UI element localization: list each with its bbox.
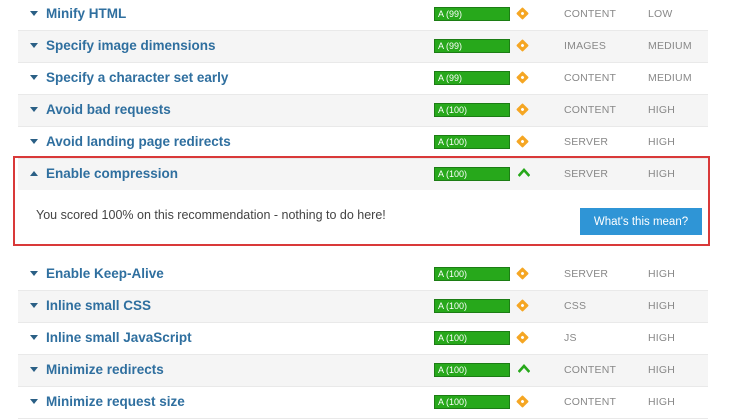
warning-diamond-icon [516, 135, 529, 148]
caret-down-icon[interactable] [30, 335, 38, 340]
priority-label: HIGH [648, 396, 676, 408]
caret-down-icon[interactable] [30, 303, 38, 308]
category-label: SERVER [564, 268, 609, 280]
recommendation-title[interactable]: Enable Keep-Alive [46, 266, 164, 281]
caret-up-icon[interactable] [30, 171, 38, 176]
grade-text: A (100) [438, 301, 468, 311]
caret-down-icon[interactable] [30, 367, 38, 372]
category-label: SERVER [564, 136, 609, 148]
recommendation-row[interactable]: Inline small CSS A (100) CSS HIGH [18, 291, 708, 323]
recommendation-row[interactable]: Specify image dimensions A (99) IMAGES M… [18, 31, 708, 63]
grade-badge: A (100) [434, 135, 510, 149]
recommendation-title[interactable]: Minimize redirects [46, 362, 164, 377]
recommendation-row[interactable]: Avoid landing page redirects A (100) SER… [18, 127, 708, 159]
grade-badge: A (100) [434, 363, 510, 377]
recommendation-row[interactable]: Minimize request size A (100) CONTENT HI… [18, 387, 708, 419]
chevron-up-icon [518, 168, 530, 177]
grade-text: A (100) [438, 169, 468, 179]
chevron-up-icon [518, 364, 530, 373]
recommendations-list: Minify HTML A (99) CONTENT LOW Specify i… [0, 0, 733, 420]
warning-diamond-icon [516, 299, 529, 312]
priority-label: HIGH [648, 104, 676, 116]
warning-diamond-icon [516, 7, 529, 20]
grade-badge: A (100) [434, 299, 510, 313]
expanded-detail-panel: You scored 100% on this recommendation -… [18, 190, 708, 242]
warning-diamond-icon [516, 331, 529, 344]
recommendation-title[interactable]: Enable compression [46, 166, 178, 181]
recommendation-title[interactable]: Specify image dimensions [46, 38, 216, 53]
priority-label: HIGH [648, 332, 676, 344]
grade-text: A (100) [438, 333, 468, 343]
grade-text: A (100) [438, 269, 468, 279]
recommendation-row[interactable]: Minify HTML A (99) CONTENT LOW [18, 0, 708, 31]
grade-text: A (100) [438, 397, 468, 407]
grade-badge: A (99) [434, 39, 510, 53]
grade-badge: A (100) [434, 103, 510, 117]
priority-label: LOW [648, 8, 673, 20]
warning-diamond-icon [516, 103, 529, 116]
priority-label: MEDIUM [648, 72, 692, 84]
grade-badge: A (99) [434, 71, 510, 85]
grade-text: A (99) [438, 9, 463, 19]
category-label: CONTENT [564, 396, 617, 408]
detail-message: You scored 100% on this recommendation -… [36, 208, 386, 222]
grade-badge: A (100) [434, 395, 510, 409]
grade-badge: A (100) [434, 331, 510, 345]
recommendation-title[interactable]: Minify HTML [46, 6, 126, 21]
priority-label: HIGH [648, 268, 676, 280]
grade-badge: A (99) [434, 7, 510, 21]
recommendation-row[interactable]: Minimize redirects A (100) CONTENT HIGH [18, 355, 708, 387]
warning-diamond-icon [516, 267, 529, 280]
recommendation-title[interactable]: Specify a character set early [46, 70, 228, 85]
caret-down-icon[interactable] [30, 399, 38, 404]
priority-label: HIGH [648, 364, 676, 376]
recommendation-title[interactable]: Inline small JavaScript [46, 330, 192, 345]
grade-text: A (100) [438, 105, 468, 115]
recommendation-row[interactable]: Avoid bad requests A (100) CONTENT HIGH [18, 95, 708, 127]
whats-this-mean-button[interactable]: What's this mean? [580, 208, 702, 235]
priority-label: MEDIUM [648, 40, 692, 52]
category-label: SERVER [564, 168, 609, 180]
recommendation-title[interactable]: Avoid bad requests [46, 102, 171, 117]
priority-label: HIGH [648, 168, 676, 180]
grade-text: A (99) [438, 73, 463, 83]
recommendation-row[interactable]: Specify a character set early A (99) CON… [18, 63, 708, 95]
category-label: CSS [564, 300, 587, 312]
recommendation-row[interactable]: Enable Keep-Alive A (100) SERVER HIGH [18, 259, 708, 291]
grade-badge: A (100) [434, 267, 510, 281]
category-label: JS [564, 332, 577, 344]
caret-down-icon[interactable] [30, 75, 38, 80]
warning-diamond-icon [516, 39, 529, 52]
warning-diamond-icon [516, 71, 529, 84]
category-label: CONTENT [564, 72, 617, 84]
recommendation-title[interactable]: Inline small CSS [46, 298, 151, 313]
category-label: IMAGES [564, 40, 607, 52]
priority-label: HIGH [648, 136, 676, 148]
grade-text: A (99) [438, 41, 463, 51]
caret-down-icon[interactable] [30, 107, 38, 112]
grade-badge: A (100) [434, 167, 510, 181]
caret-down-icon[interactable] [30, 271, 38, 276]
priority-label: HIGH [648, 300, 676, 312]
category-label: CONTENT [564, 8, 617, 20]
grade-text: A (100) [438, 137, 468, 147]
caret-down-icon[interactable] [30, 11, 38, 16]
grade-text: A (100) [438, 365, 468, 375]
recommendation-title[interactable]: Avoid landing page redirects [46, 134, 231, 149]
recommendation-row-expanded[interactable]: Enable compression A (100) SERVER HIGH [18, 159, 708, 191]
recommendation-row[interactable]: Inline small JavaScript A (100) JS HIGH [18, 323, 708, 355]
caret-down-icon[interactable] [30, 43, 38, 48]
category-label: CONTENT [564, 104, 617, 116]
caret-down-icon[interactable] [30, 139, 38, 144]
recommendation-title[interactable]: Minimize request size [46, 394, 185, 409]
category-label: CONTENT [564, 364, 617, 376]
warning-diamond-icon [516, 395, 529, 408]
